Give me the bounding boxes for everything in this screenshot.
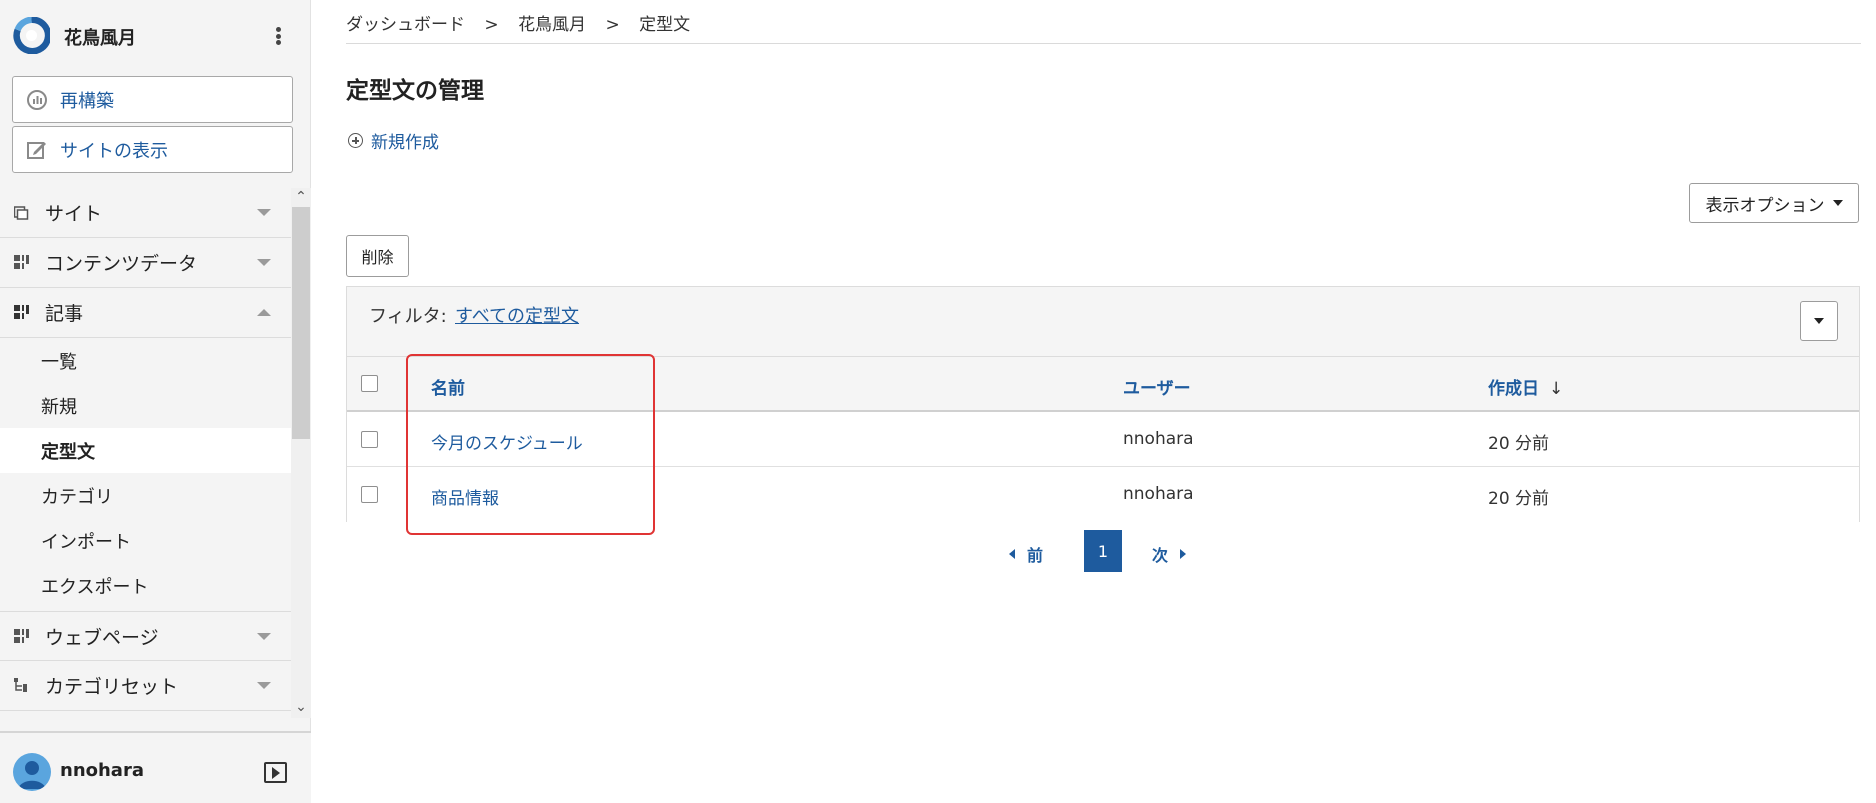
collapse-sidebar-icon[interactable] [264,762,287,783]
user-name[interactable]: nnohara [60,760,144,781]
user-bar: nnohara [0,731,311,803]
template-user: nnohara [1123,429,1194,449]
page-title: 定型文の管理 [346,78,484,104]
template-list-panel: フィルタ: すべての定型文 名前 ユーザー 作成日 ↓ 今月のスケジュール nno… [346,286,1860,522]
sidebar-nav: サイト コンテンツデータ 記事 一覧 新規 定型文 カテゴリ インポート エクス… [0,188,291,718]
sidebar-item-label: ウェブページ [45,626,159,649]
row-checkbox[interactable] [361,486,378,503]
new-template-label: 新規作成 [371,133,439,153]
content-data-icon [14,255,29,269]
sidebar-item-entry[interactable]: 記事 [0,288,291,338]
caret-down-icon [1832,200,1843,206]
main-content: ダッシュボード > 花鳥風月 > 定型文 定型文の管理 新規作成 表示オプション… [346,0,1861,803]
chevron-down-icon [257,209,271,216]
select-all-checkbox[interactable] [361,375,378,392]
prev-page-link[interactable]: 前 [1009,542,1043,566]
sidebar-item-label: サイト [45,203,103,225]
filter-select-link[interactable]: すべての定型文 [455,302,579,328]
filter-label: フィルタ: [369,306,447,327]
sidebar-subitem-category[interactable]: カテゴリ [0,473,291,518]
more-menu-icon[interactable] [270,24,286,48]
chevron-up-icon [257,309,271,316]
brand: 花鳥風月 [0,0,311,72]
breadcrumb-site[interactable]: 花鳥風月 [518,10,586,35]
sort-desc-icon: ↓ [1549,379,1564,399]
column-header-user[interactable]: ユーザー [1123,374,1191,399]
template-name-link[interactable]: 商品情報 [431,484,499,509]
table-header: 名前 ユーザー 作成日 ↓ [347,357,1859,412]
breadcrumb: ダッシュボード > 花鳥風月 > 定型文 [346,10,1861,44]
breadcrumb-current: 定型文 [639,15,691,35]
view-site-label: サイトの表示 [60,140,168,162]
display-options-label: 表示オプション [1705,195,1825,216]
category-set-icon [14,678,27,692]
breadcrumb-separator: > [605,15,620,35]
webpage-icon [14,628,29,643]
sidebar-subitem-templates[interactable]: 定型文 [0,428,291,473]
table-row: 商品情報 nnohara 20 分前 [347,467,1859,522]
add-circle-icon [348,133,363,148]
sidebar-subitem-import[interactable]: インポート [0,518,291,563]
template-created: 20 分前 [1488,434,1550,454]
sidebar-item-label: カテゴリセット [45,676,179,698]
sidebar: 花鳥風月 再構築 サイトの表示 サイト コンテンツデータ 記事 一覧 新規 定型… [0,0,311,803]
rebuild-icon [26,89,48,111]
entry-icon [14,305,29,319]
current-page[interactable]: 1 [1084,530,1122,572]
new-template-link[interactable]: 新規作成 [348,128,439,153]
template-user: nnohara [1123,484,1194,504]
sidebar-item-label: コンテンツデータ [45,253,198,275]
breadcrumb-dashboard[interactable]: ダッシュボード [346,10,465,35]
row-checkbox[interactable] [361,431,378,448]
filter-toggle-button[interactable] [1800,301,1838,341]
scroll-up-icon[interactable]: ⌃ [292,188,310,206]
scroll-down-icon[interactable]: ⌄ [292,698,310,716]
sidebar-subitem-export[interactable]: エクスポート [0,563,291,608]
column-header-created-label: 作成日 [1488,379,1539,399]
site-icon [14,206,29,220]
table-row: 今月のスケジュール nnohara 20 分前 [347,412,1859,467]
filter-bar: フィルタ: すべての定型文 [347,287,1859,357]
column-header-created[interactable]: 作成日 ↓ [1488,374,1563,399]
caret-down-icon [1814,318,1824,324]
edit-icon [26,139,48,161]
sidebar-item-webpage[interactable]: ウェブページ [0,611,291,661]
rebuild-label: 再構築 [60,90,114,112]
next-page-link[interactable]: 次 [1152,542,1186,566]
chevron-down-icon [257,259,271,266]
chevron-down-icon [257,632,271,640]
pagination: 前 1 次 [346,530,1860,572]
site-logo-icon[interactable] [13,17,50,54]
display-options-button[interactable]: 表示オプション [1689,183,1859,223]
breadcrumb-separator: > [484,15,499,35]
sidebar-item-label: 記事 [45,303,84,325]
sidebar-item-category-set[interactable]: カテゴリセット [0,661,291,711]
sidebar-item-site[interactable]: サイト [0,188,291,238]
delete-button[interactable]: 削除 [346,235,409,277]
view-site-button[interactable]: サイトの表示 [12,126,293,173]
template-created: 20 分前 [1488,489,1550,509]
chevron-down-icon [257,682,271,689]
sidebar-item-content-data[interactable]: コンテンツデータ [0,238,291,288]
sidebar-subitem-new[interactable]: 新規 [0,383,291,428]
rebuild-button[interactable]: 再構築 [12,76,293,123]
site-name: 花鳥風月 [64,28,136,49]
sidebar-scroll-thumb[interactable] [292,207,310,439]
sidebar-subitem-list[interactable]: 一覧 [0,338,291,383]
template-name-link[interactable]: 今月のスケジュール [431,429,583,454]
column-header-name[interactable]: 名前 [431,374,465,399]
avatar[interactable] [13,753,51,791]
